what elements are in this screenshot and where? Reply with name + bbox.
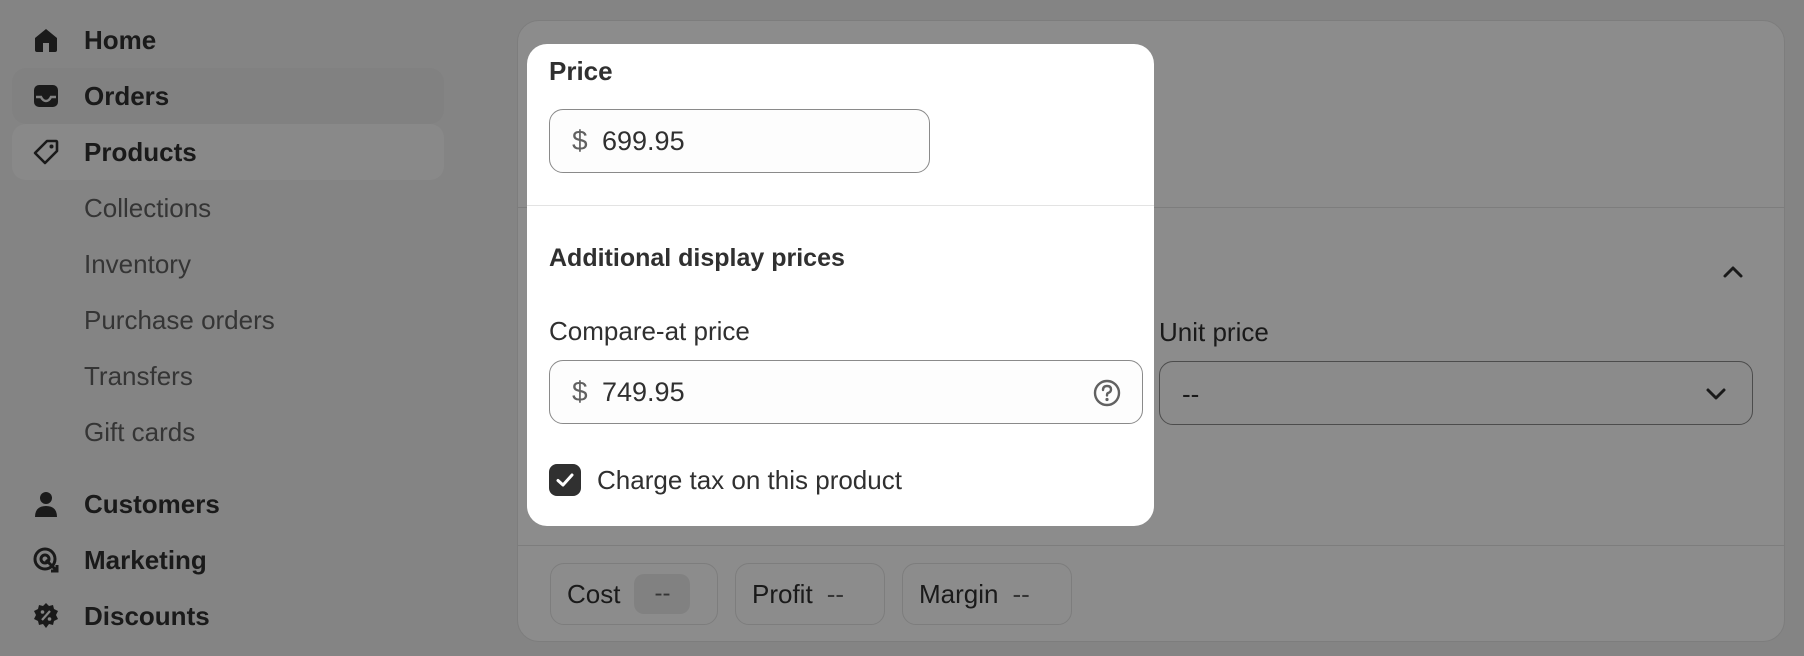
help-icon[interactable] [1092,378,1122,408]
additional-prices-heading: Additional display prices [549,244,845,272]
price-popover: Price $ 699.95 Additional display prices… [527,44,1154,526]
charge-tax-checkbox[interactable] [549,464,581,496]
currency-symbol: $ [572,376,588,407]
compare-at-price-input[interactable]: $ 749.95 [549,360,1143,424]
price-input[interactable]: $ 699.95 [549,109,930,173]
popover-divider [527,205,1154,206]
price-label: Price [549,56,613,86]
compare-at-price-value: 749.95 [602,376,685,407]
checkmark-icon [556,473,574,487]
charge-tax-label[interactable]: Charge tax on this product [597,464,902,496]
price-value: 699.95 [602,125,685,156]
currency-symbol: $ [572,125,588,156]
compare-at-price-label: Compare-at price [549,316,750,346]
